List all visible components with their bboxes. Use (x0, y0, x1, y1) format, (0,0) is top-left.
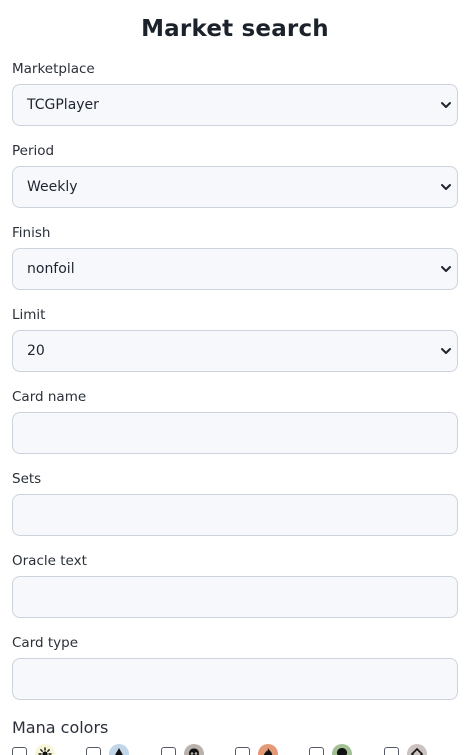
marketplace-select[interactable]: TCGPlayer (12, 84, 458, 126)
mana-option-black (160, 744, 235, 755)
sets-input[interactable] (12, 494, 458, 536)
market-search-page: Market search Marketplace TCGPlayer Peri… (0, 0, 470, 755)
card-name-input[interactable] (12, 412, 458, 454)
mana-checkbox-colorless[interactable] (383, 746, 399, 755)
page-title: Market search (141, 16, 329, 42)
card-name-field: Card name (12, 388, 458, 454)
sets-label: Sets (12, 471, 42, 487)
chevron-down-icon (440, 345, 452, 357)
white-mana-icon (35, 744, 55, 755)
mana-checkbox-red[interactable] (234, 746, 250, 755)
chevron-down-icon (440, 99, 452, 111)
oracle-text-label: Oracle text (12, 553, 87, 569)
limit-selected-value: 20 (27, 343, 45, 359)
red-mana-icon (257, 744, 278, 755)
colorless-mana-icon (406, 744, 427, 755)
card-type-label: Card type (12, 635, 79, 651)
mana-colors-section: Mana colors (12, 718, 458, 755)
mana-checkbox-white[interactable] (12, 746, 27, 755)
period-field: Period Weekly (12, 142, 458, 208)
limit-field: Limit 20 (12, 306, 458, 372)
mana-option-blue (86, 744, 160, 755)
finish-selected-value: nonfoil (27, 261, 75, 277)
oracle-text-field: Oracle text (12, 552, 458, 618)
green-mana-icon (332, 744, 353, 755)
finish-field: Finish nonfoil (12, 224, 458, 290)
mana-option-green (309, 744, 383, 755)
mana-colors-label: Mana colors (12, 718, 109, 737)
finish-select[interactable]: nonfoil (12, 248, 458, 290)
card-name-label: Card name (12, 389, 87, 405)
chevron-down-icon (440, 181, 452, 193)
mana-option-colorless (383, 744, 458, 755)
period-selected-value: Weekly (27, 179, 78, 195)
period-select[interactable]: Weekly (12, 166, 458, 208)
oracle-text-input[interactable] (12, 576, 458, 618)
period-label: Period (12, 143, 55, 159)
marketplace-field: Marketplace TCGPlayer (12, 60, 458, 126)
sets-field: Sets (12, 470, 458, 536)
black-mana-icon (183, 744, 204, 755)
card-type-input[interactable] (12, 658, 458, 700)
chevron-down-icon (440, 263, 452, 275)
blue-mana-icon (109, 744, 130, 755)
mana-checkbox-green[interactable] (309, 746, 325, 755)
mana-colors-row (12, 744, 458, 755)
mana-checkbox-black[interactable] (160, 746, 176, 755)
mana-checkbox-blue[interactable] (86, 746, 102, 755)
marketplace-label: Marketplace (12, 61, 95, 77)
finish-label: Finish (12, 225, 51, 241)
limit-select[interactable]: 20 (12, 330, 458, 372)
mana-option-red (234, 744, 309, 755)
marketplace-selected-value: TCGPlayer (27, 97, 99, 113)
mana-option-white (12, 744, 86, 755)
limit-label: Limit (12, 307, 46, 323)
card-type-field: Card type (12, 634, 458, 700)
